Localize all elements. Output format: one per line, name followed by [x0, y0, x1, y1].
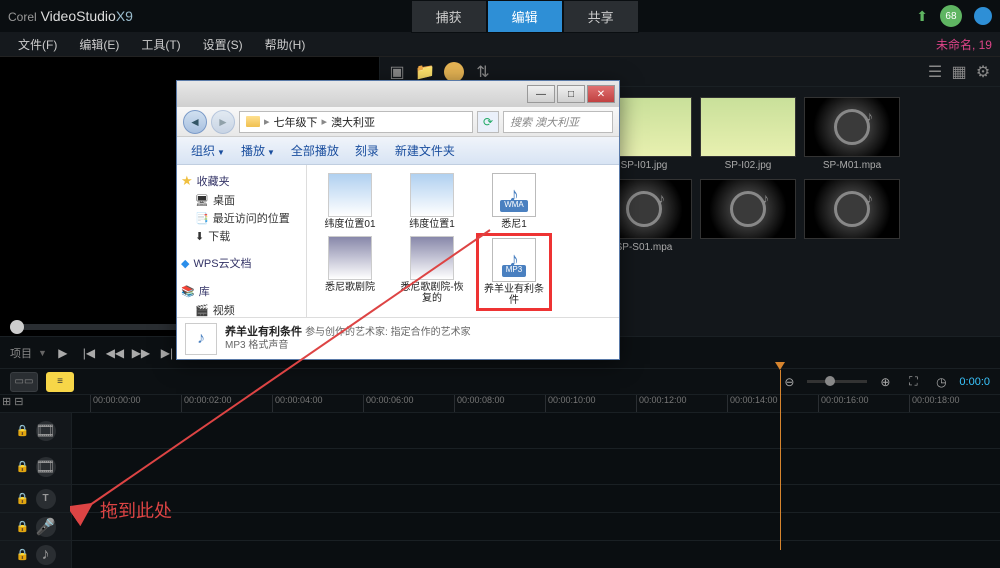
- forward-button[interactable]: ▶▶: [131, 343, 151, 363]
- tab-capture[interactable]: 捕获: [411, 0, 487, 33]
- toolbar-newfolder[interactable]: 新建文件夹: [389, 139, 461, 162]
- menu-file[interactable]: 文件(F): [8, 33, 67, 56]
- mode-tabs: 捕获 编辑 共享: [411, 0, 639, 33]
- library-view-switch: ☰ ▦ ⚙: [926, 63, 992, 81]
- tree-downloads[interactable]: ⬇下载: [181, 227, 302, 245]
- titlebar-right: ⬆ 68: [916, 5, 992, 27]
- lock-icon[interactable]: 🔒: [16, 424, 30, 438]
- timecode-display: 0:00:0: [959, 376, 990, 388]
- toolbar-organize[interactable]: 组织▼: [185, 139, 231, 162]
- maximize-button[interactable]: □: [557, 85, 585, 103]
- library-music-icon[interactable]: [444, 62, 464, 82]
- annotation-text: 拖到此处: [100, 497, 172, 523]
- explorer-tree: ★收藏夹 🖥桌面 📑最近访问的位置 ⬇下载 ◆WPS云文档 📚库 🎬视频: [177, 165, 307, 317]
- zoom-fit-button[interactable]: ⛶: [903, 372, 923, 392]
- app-logo: Corel VideoStudioX9: [8, 8, 133, 24]
- upload-arrow-icon[interactable]: ⬆: [916, 8, 928, 25]
- overlay-track-icon: 🎞: [36, 457, 56, 477]
- library-item[interactable]: [700, 179, 796, 253]
- file-item[interactable]: ♪WMA悉尼1: [479, 173, 549, 230]
- lock-icon[interactable]: 🔒: [16, 492, 30, 506]
- menu-settings[interactable]: 设置(S): [193, 33, 253, 56]
- explorer-toolbar: 组织▼ 播放▼ 全部播放 刻录 新建文件夹: [177, 137, 619, 165]
- explorer-search[interactable]: 搜索 澳大利亚: [503, 111, 613, 133]
- title-track-icon: T: [36, 489, 56, 509]
- explorer-nav: ◄ ► ▸ 七年级下 ▸ 澳大利亚 ⟳ 搜索 澳大利亚: [177, 107, 619, 137]
- notification-badge[interactable]: 68: [940, 5, 962, 27]
- close-button[interactable]: ✕: [587, 85, 615, 103]
- video-track[interactable]: 🔒🎞: [0, 412, 1000, 448]
- toolbar-burn[interactable]: 刻录: [349, 139, 385, 162]
- seek-knob[interactable]: [10, 320, 24, 334]
- explorer-file-list: 纬度位置01 纬度位置1 ♪WMA悉尼1 悉尼歌剧院 悉尼歌剧院-恢复的 ♪MP…: [307, 165, 619, 317]
- library-sort-icon[interactable]: ⇅: [474, 63, 492, 81]
- tree-wps[interactable]: ◆WPS云文档: [181, 253, 302, 273]
- tree-favorites[interactable]: ★收藏夹: [181, 171, 302, 191]
- clock-icon[interactable]: ◷: [931, 372, 951, 392]
- view-grid-icon[interactable]: ▦: [950, 63, 968, 81]
- rewind-button[interactable]: ◀◀: [105, 343, 125, 363]
- nav-back-button[interactable]: ◄: [183, 110, 207, 134]
- view-gear-icon[interactable]: ⚙: [974, 63, 992, 81]
- play-button[interactable]: ▶: [53, 343, 73, 363]
- playback-mode-label[interactable]: 项目: [10, 345, 32, 361]
- status-file-icon: ♪: [185, 323, 217, 355]
- toolbar-playall[interactable]: 全部播放: [285, 139, 345, 162]
- timeline-playhead[interactable]: [780, 370, 781, 550]
- storyboard-mode-button[interactable]: ▭▭: [10, 372, 38, 392]
- refresh-button[interactable]: ⟳: [477, 111, 499, 133]
- file-item-selected[interactable]: ♪MP3养羊业有利条件: [479, 236, 549, 308]
- timeline-ruler[interactable]: ⊞ ⊟ 00:00:00:00 00:00:02:00 00:00:04:00 …: [0, 394, 1000, 412]
- next-frame-button[interactable]: ▶|: [157, 343, 177, 363]
- menu-help[interactable]: 帮助(H): [255, 33, 316, 56]
- library-item[interactable]: SP-M01.mpa: [804, 97, 900, 171]
- file-item[interactable]: 纬度位置01: [315, 173, 385, 230]
- menu-bar: 文件(F) 编辑(E) 工具(T) 设置(S) 帮助(H) 未命名, 19: [0, 32, 1000, 56]
- nav-forward-button[interactable]: ►: [211, 110, 235, 134]
- timeline-mode-button[interactable]: ≡: [46, 372, 74, 392]
- tree-video[interactable]: 🎬视频: [181, 301, 302, 317]
- lock-icon[interactable]: 🔒: [16, 460, 30, 474]
- library-item[interactable]: [804, 179, 900, 253]
- library-add-icon[interactable]: ▣: [388, 63, 406, 81]
- music-track-icon: ♪: [36, 545, 56, 565]
- zoom-in-button[interactable]: ⊕: [875, 372, 895, 392]
- title-bar: Corel VideoStudioX9 捕获 编辑 共享 ⬆ 68: [0, 0, 1000, 32]
- tab-edit[interactable]: 编辑: [487, 0, 563, 33]
- timeline-tracks: 🔒🎞 🔒🎞 🔒T 🔒🎤 🔒♪: [0, 412, 1000, 568]
- globe-icon[interactable]: [974, 7, 992, 25]
- prev-frame-button[interactable]: |◀: [79, 343, 99, 363]
- music-track[interactable]: 🔒♪: [0, 540, 1000, 568]
- tree-library[interactable]: 📚库: [181, 281, 302, 301]
- file-explorer-window: — □ ✕ ◄ ► ▸ 七年级下 ▸ 澳大利亚 ⟳ 搜索 澳大利亚 组织▼ 播放…: [176, 80, 620, 360]
- zoom-out-button[interactable]: ⊖: [779, 372, 799, 392]
- lock-icon[interactable]: 🔒: [16, 548, 30, 562]
- explorer-titlebar[interactable]: — □ ✕: [177, 81, 619, 107]
- project-name: 未命名, 19: [936, 36, 992, 53]
- zoom-slider[interactable]: [807, 380, 867, 383]
- video-track-icon: 🎞: [36, 421, 56, 441]
- menu-edit[interactable]: 编辑(E): [69, 33, 129, 56]
- library-item[interactable]: SP-I02.jpg: [700, 97, 796, 171]
- overlay-track[interactable]: 🔒🎞: [0, 448, 1000, 484]
- toolbar-play[interactable]: 播放▼: [235, 139, 281, 162]
- address-bar[interactable]: ▸ 七年级下 ▸ 澳大利亚: [239, 111, 473, 133]
- file-item[interactable]: 纬度位置1: [397, 173, 467, 230]
- folder-icon: [246, 116, 260, 127]
- lock-icon[interactable]: 🔒: [16, 520, 30, 534]
- file-item[interactable]: 悉尼歌剧院-恢复的: [397, 236, 467, 308]
- menu-tools[interactable]: 工具(T): [131, 33, 190, 56]
- library-folder-icon[interactable]: 📁: [416, 63, 434, 81]
- timeline-mode-bar: ▭▭ ≡ ⊖ ⊕ ⛶ ◷ 0:00:0: [0, 368, 1000, 394]
- explorer-status-bar: ♪ 养羊业有利条件 参与创作的艺术家: 指定合作的艺术家 MP3 格式声音: [177, 317, 619, 359]
- minimize-button[interactable]: —: [527, 85, 555, 103]
- tab-share[interactable]: 共享: [563, 0, 639, 33]
- tree-desktop[interactable]: 🖥桌面: [181, 191, 302, 209]
- voice-track-icon: 🎤: [36, 517, 56, 537]
- view-list-icon[interactable]: ☰: [926, 63, 944, 81]
- file-item[interactable]: 悉尼歌剧院: [315, 236, 385, 308]
- tree-recent[interactable]: 📑最近访问的位置: [181, 209, 302, 227]
